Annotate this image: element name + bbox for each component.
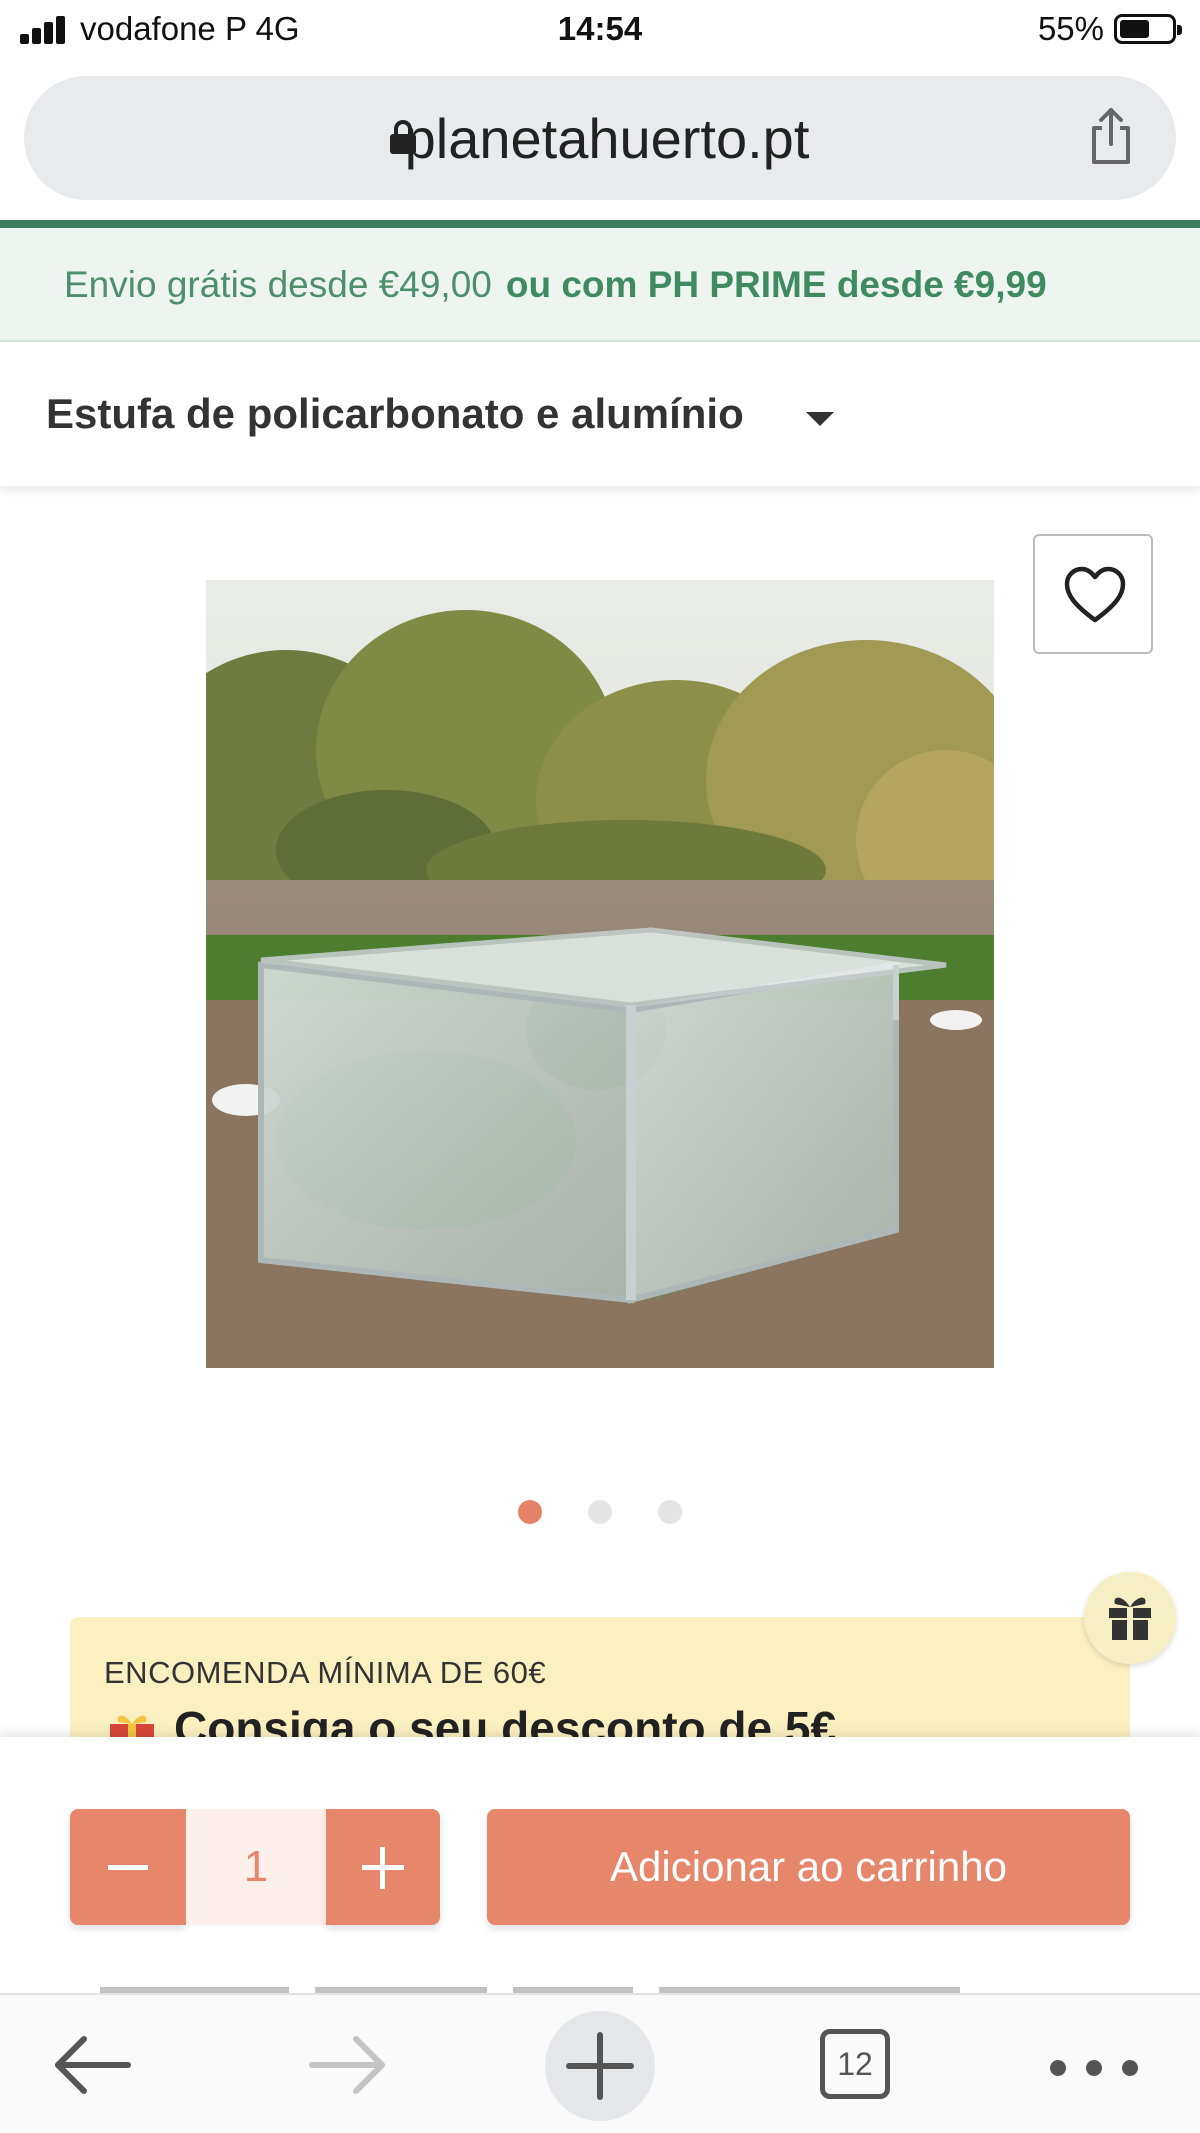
quantity-input[interactable]: 1 — [186, 1809, 326, 1925]
tab-count: 12 — [820, 2029, 890, 2099]
tabs-button[interactable]: 12 — [800, 2015, 910, 2115]
quantity-increase-button[interactable] — [326, 1809, 440, 1925]
clipped-text — [100, 1975, 960, 1993]
arrow-left-icon — [55, 2036, 131, 2094]
add-to-cart-bar: 1 Adicionar ao carrinho — [0, 1737, 1200, 1993]
quantity-decrease-button[interactable] — [70, 1809, 186, 1925]
url-text[interactable]: planetahuerto.pt — [24, 106, 1176, 171]
minimum-order-promo[interactable]: ENCOMENDA MÍNIMA DE 60€ Consiga o seu de… — [70, 1617, 1130, 1737]
arrow-right-icon — [309, 2036, 385, 2094]
lock-icon — [390, 120, 416, 154]
promo-headline-text: Consiga o seu desconto de 5€ — [174, 1702, 837, 1737]
prime-offer-text: ou com PH PRIME desde €9,99 — [505, 264, 1047, 305]
pagination-dot[interactable] — [588, 1500, 612, 1524]
add-to-cart-button[interactable]: Adicionar ao carrinho — [487, 1809, 1130, 1925]
product-title-dropdown[interactable]: Estufa de policarbonato e alumínio — [0, 344, 1200, 486]
more-options-button[interactable] — [1040, 2015, 1150, 2115]
promo-label: ENCOMENDA MÍNIMA DE 60€ — [104, 1655, 547, 1690]
battery-icon — [1114, 14, 1182, 44]
wishlist-button[interactable] — [1033, 534, 1153, 654]
minus-icon — [108, 1865, 148, 1870]
product-title: Estufa de policarbonato e alumínio — [46, 390, 744, 437]
forward-button[interactable] — [290, 2015, 400, 2115]
plus-icon — [566, 2032, 634, 2100]
product-image[interactable] — [206, 580, 994, 1368]
back-button[interactable] — [40, 2015, 150, 2115]
heart-icon — [1064, 566, 1126, 623]
gift-icon — [1109, 1597, 1151, 1640]
browser-toolbar: 12 — [0, 1993, 1200, 2133]
status-bar: vodafone P 4G 14:54 55% — [0, 0, 1200, 62]
free-shipping-text: Envio grátis desde €49,00 ou com PH PRIME… — [64, 264, 1047, 306]
clock: 14:54 — [557, 10, 643, 47]
brand-divider — [0, 220, 1200, 228]
new-tab-button[interactable] — [545, 2011, 655, 2121]
promo-headline: Consiga o seu desconto de 5€ — [104, 1701, 836, 1737]
pagination-dot[interactable] — [658, 1500, 682, 1524]
gift-emoji-icon — [110, 1715, 154, 1737]
chevron-down-icon — [806, 412, 834, 426]
free-shipping-threshold: Envio grátis desde €49,00 — [64, 264, 492, 305]
free-shipping-banner[interactable]: Envio grátis desde €49,00 ou com PH PRIME… — [0, 228, 1200, 342]
image-pagination[interactable] — [0, 1500, 1200, 1526]
pagination-dot[interactable] — [518, 1500, 542, 1524]
share-icon[interactable] — [1086, 106, 1136, 166]
battery-percentage: 55% — [1037, 10, 1104, 47]
address-bar[interactable]: planetahuerto.pt — [24, 76, 1176, 200]
gift-button[interactable] — [1084, 1572, 1176, 1664]
